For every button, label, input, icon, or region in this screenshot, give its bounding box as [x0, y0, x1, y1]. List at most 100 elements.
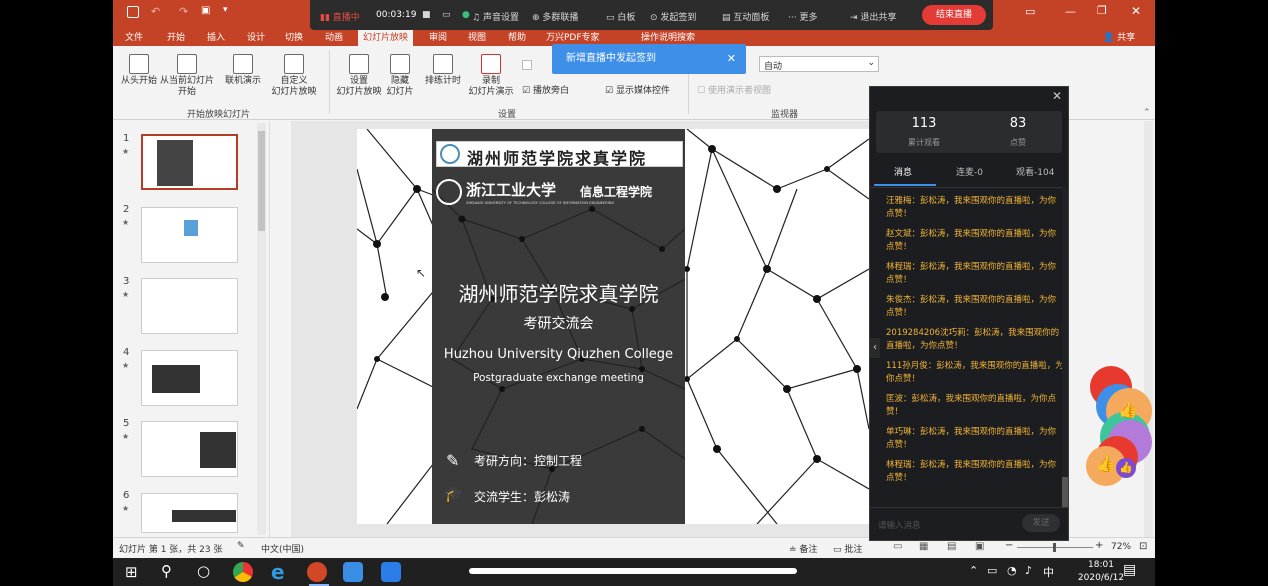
loop-checkbox[interactable] — [522, 60, 532, 70]
current-slide[interactable]: 湖州师范学院求真学院 浙江工业大学 信息工程学院 ZHEJIANG UNIVER… — [357, 129, 869, 524]
record-button[interactable]: 录制 幻灯片演示 — [463, 54, 519, 98]
tab-animations[interactable]: 动画 — [325, 30, 343, 43]
slide-scrollbar[interactable] — [1144, 121, 1153, 537]
powerpoint-icon[interactable] — [307, 562, 327, 582]
ribbon-options-icon[interactable]: ▭ — [1025, 5, 1035, 18]
thumbnail-2[interactable] — [141, 207, 238, 263]
notes-button[interactable]: ≐ 备注 — [789, 542, 817, 555]
sorter-view-icon[interactable]: ▦ — [919, 541, 928, 552]
sound-settings-button[interactable]: ♫ 声音设置 — [472, 10, 519, 23]
tab-watchers[interactable]: 观看-104 — [1016, 165, 1054, 178]
fit-window-icon[interactable]: ⊡ — [1139, 541, 1147, 552]
edge-icon[interactable]: e — [271, 560, 285, 584]
chat-scrollbar[interactable] — [1062, 187, 1068, 507]
ime-indicator[interactable]: 中 — [1043, 564, 1054, 580]
save-icon[interactable] — [127, 6, 139, 18]
close-icon[interactable]: ✕ — [1131, 4, 1141, 18]
hide-slide-button[interactable]: 隐藏 幻灯片 — [385, 54, 415, 98]
media-controls-checkbox[interactable]: ☑ 显示媒体控件 — [605, 83, 670, 96]
whiteboard-button[interactable]: ▭ 白板 — [606, 10, 635, 23]
from-current-button[interactable]: 从当前幻灯片 开始 — [159, 54, 215, 98]
exit-share-button[interactable]: ⇥ 退出共享 — [850, 10, 896, 23]
tab-view[interactable]: 视图 — [468, 30, 486, 43]
end-live-button[interactable]: 结束直播 — [922, 5, 986, 25]
tab-connect[interactable]: 连麦-0 — [956, 165, 983, 178]
slideshow-view-icon[interactable]: ▣ — [975, 541, 984, 552]
tab-help[interactable]: 帮助 — [508, 30, 526, 43]
record-icon — [481, 54, 501, 74]
scrollbar-thumb[interactable] — [258, 131, 265, 231]
thumbnail-5[interactable] — [141, 421, 238, 477]
multi-group-button[interactable]: ⊕ 多群联播 — [532, 10, 578, 23]
volume-icon[interactable]: ♪ — [1025, 564, 1032, 577]
camera-icon[interactable]: ■ — [422, 10, 431, 20]
toast-close-icon[interactable]: ✕ — [727, 44, 736, 74]
zoom-in-icon[interactable]: + — [1095, 540, 1103, 551]
battery-icon[interactable]: ▭ — [987, 564, 997, 577]
scrollbar-thumb[interactable] — [1062, 477, 1068, 507]
zoom-slider[interactable] — [1017, 543, 1093, 552]
app-icon[interactable] — [343, 562, 363, 582]
clock-time[interactable]: 18:01 — [1071, 560, 1131, 570]
maximize-icon[interactable]: ❐ — [1097, 4, 1107, 17]
share-button[interactable]: 👤 共享 — [1103, 30, 1135, 43]
tab-design[interactable]: 设计 — [247, 30, 265, 43]
notification-icon[interactable]: ▤ — [1123, 562, 1136, 578]
windows-start-icon[interactable]: ⊞ — [125, 563, 138, 581]
customize-icon[interactable]: ▾ — [223, 5, 228, 15]
collapse-ribbon-icon[interactable]: ⌃ — [1143, 108, 1151, 118]
chat-message: 朱俊杰：彭松涛，我来围观你的直播啦，为你点赞！ — [886, 295, 1057, 318]
monitor-select[interactable]: 自动 ⌄ — [759, 56, 879, 72]
thumbnail-6[interactable] — [141, 493, 238, 533]
tab-transitions[interactable]: 切换 — [285, 30, 303, 43]
chrome-icon[interactable] — [233, 562, 253, 582]
zoom-slider-thumb[interactable] — [1053, 543, 1056, 552]
mic-icon[interactable]: ● — [462, 10, 470, 20]
normal-view-icon[interactable]: ▭ — [893, 541, 902, 552]
send-button[interactable]: 发送 — [1022, 514, 1060, 532]
tab-review[interactable]: 审阅 — [429, 30, 447, 43]
record-label: 录制 幻灯片演示 — [468, 76, 514, 97]
zoom-out-icon[interactable]: − — [1005, 540, 1013, 551]
sign-in-button[interactable]: ⊙ 发起签到 — [650, 10, 696, 23]
search-icon[interactable]: ⚲ — [161, 562, 172, 580]
chevron-up-icon[interactable]: ⌃ — [969, 564, 978, 577]
thumb-dark-panel — [157, 140, 193, 186]
thumbnail-3[interactable] — [141, 278, 238, 334]
from-start-button[interactable]: 从头开始 — [119, 54, 159, 87]
narration-checkbox[interactable]: ☑ 播放旁白 — [522, 83, 569, 96]
undo-icon[interactable]: ↶ — [151, 5, 160, 18]
reading-view-icon[interactable]: ▤ — [947, 541, 956, 552]
interact-panel-button[interactable]: ▤ 互动面板 — [722, 10, 769, 23]
online-present-button[interactable]: 联机演示 — [221, 54, 265, 87]
redo-icon[interactable]: ↷ — [179, 5, 188, 18]
group-monitor-label: 监视器 — [771, 110, 799, 120]
wifi-icon[interactable]: ◔ — [1007, 564, 1017, 577]
spellcheck-icon[interactable]: ✎ — [237, 541, 245, 551]
minimize-icon[interactable]: — — [1065, 5, 1076, 18]
thumbnail-scrollbar[interactable] — [257, 123, 266, 535]
thumbnail-1[interactable] — [141, 134, 238, 190]
tab-insert[interactable]: 插入 — [207, 30, 225, 43]
rehearse-button[interactable]: 排练计时 — [421, 54, 465, 87]
setup-show-button[interactable]: 设置 幻灯片放映 — [333, 54, 385, 98]
presenter-view-checkbox[interactable]: ☐ 使用演示者视图 — [697, 83, 771, 96]
tab-file[interactable]: 文件 — [125, 30, 143, 43]
tab-home[interactable]: 开始 — [167, 30, 185, 43]
more-button[interactable]: ··· 更多 — [788, 10, 817, 23]
chat-collapse-icon[interactable]: ‹ — [870, 338, 880, 358]
live-app-icon[interactable] — [381, 562, 401, 582]
tab-search[interactable]: 操作说明搜索 — [641, 30, 695, 43]
custom-show-button[interactable]: 自定义 幻灯片放映 — [265, 54, 323, 98]
language-label[interactable]: 中文(中国) — [261, 542, 304, 555]
chat-close-icon[interactable]: ✕ — [1052, 89, 1062, 103]
task-view-icon[interactable]: ○ — [197, 562, 210, 580]
chat-input[interactable]: 请输入消息 — [878, 519, 921, 531]
screen-share-icon[interactable]: ▭ — [442, 10, 451, 20]
tab-pdf[interactable]: 万兴PDF专家 — [546, 30, 600, 43]
thumbnail-4[interactable] — [141, 350, 238, 406]
zoom-level[interactable]: 72% — [1111, 542, 1131, 552]
slideshow-icon[interactable]: ▣ — [201, 5, 210, 16]
tab-messages[interactable]: 消息 — [894, 165, 912, 178]
comments-button[interactable]: ▭ 批注 — [833, 542, 862, 555]
